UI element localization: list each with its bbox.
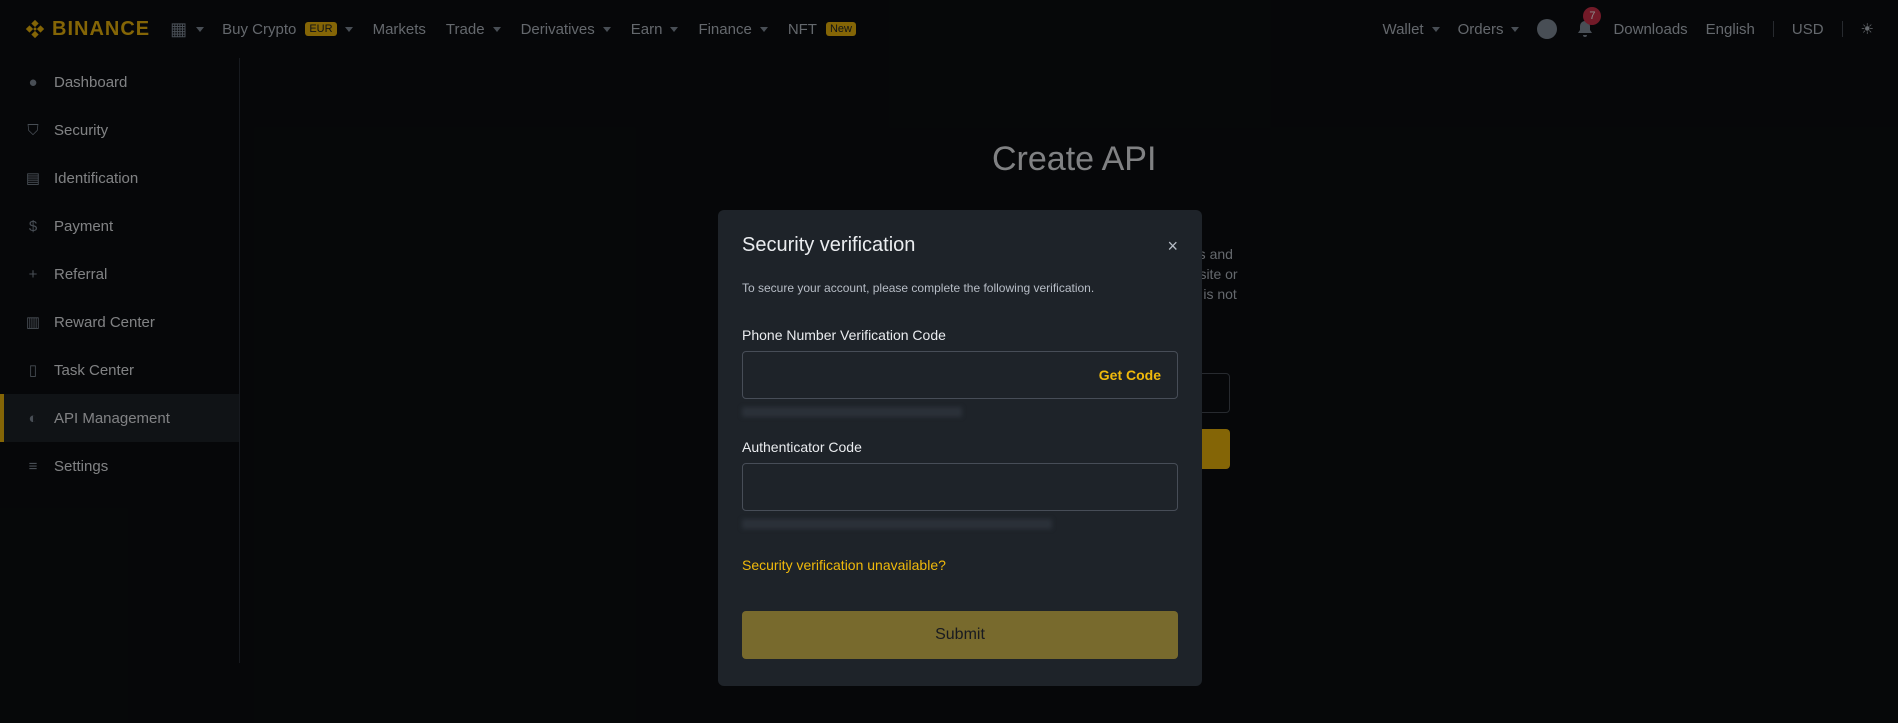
authenticator-code-label: Authenticator Code <box>742 439 862 455</box>
modal-title: Security verification <box>742 234 916 256</box>
submit-button[interactable]: Submit <box>742 611 1178 659</box>
authenticator-code-input[interactable] <box>742 463 1178 511</box>
phone-code-label: Phone Number Verification Code <box>742 327 946 343</box>
modal-subtitle: To secure your account, please complete … <box>742 281 1095 295</box>
phone-code-input[interactable]: Get Code <box>742 351 1178 399</box>
security-verification-modal: Security verification × To secure your a… <box>718 210 1202 686</box>
phone-code-hint-redacted <box>742 407 962 417</box>
verification-unavailable-link[interactable]: Security verification unavailable? <box>742 557 1178 573</box>
authenticator-code-hint-redacted <box>742 519 1052 529</box>
close-icon[interactable]: × <box>1167 236 1178 257</box>
get-code-button[interactable]: Get Code <box>1099 367 1161 383</box>
